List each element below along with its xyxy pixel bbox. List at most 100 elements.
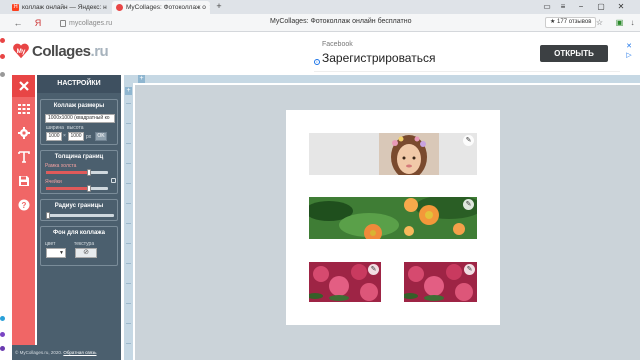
edge-dot-icon: [0, 54, 5, 59]
gear-icon: [17, 127, 30, 139]
panel-title: НАСТРОЙКИ: [37, 75, 121, 93]
color-picker[interactable]: ▼: [46, 248, 66, 258]
bookmarks-icon[interactable]: ▭: [540, 1, 554, 13]
ad-banner[interactable]: Facebook Зарегистрироваться i ОТКРЫТЬ: [314, 36, 620, 72]
width-input[interactable]: 1000: [46, 132, 62, 141]
tab-yandex[interactable]: Я коллаж онлайн — Яндекс: н ✕: [8, 1, 110, 14]
rating-badge[interactable]: ★ 177 отзывов: [545, 17, 597, 28]
menu-icon[interactable]: ≡: [556, 1, 570, 13]
collage-sheet: ✎ ✎ ✎ ✎: [286, 110, 500, 325]
ad-headline[interactable]: Зарегистрироваться: [322, 51, 435, 65]
radius-slider[interactable]: [46, 212, 114, 219]
text-button[interactable]: [12, 147, 35, 167]
layout-button[interactable]: [12, 99, 35, 119]
footer-copyright: © MyCollages.ru, 2020.: [15, 350, 64, 355]
height-input[interactable]: 1000: [68, 132, 84, 141]
ruler-tick: [126, 263, 131, 264]
maximize-icon[interactable]: ▢: [594, 1, 608, 13]
portrait-photo: [379, 133, 439, 175]
save-icon: [18, 176, 29, 186]
ruler-tick: [126, 343, 131, 344]
svg-text:My: My: [17, 48, 26, 55]
edge-dot-icon: [0, 346, 5, 351]
ruler-tick: [126, 223, 131, 224]
width-label: ширина: [46, 125, 64, 131]
new-tab-icon[interactable]: +: [214, 2, 224, 12]
edit-pencil-icon[interactable]: ✎: [368, 264, 379, 275]
inner-border-slider[interactable]: [46, 185, 108, 192]
slider-handle[interactable]: [87, 169, 92, 176]
save-button[interactable]: [12, 171, 35, 191]
browser-tab-bar: Я коллаж онлайн — Яндекс: н ✕ MyCollages…: [0, 0, 640, 14]
ruler-tick: [126, 123, 131, 124]
ruler-tick: [126, 243, 131, 244]
edit-pencil-icon[interactable]: ✎: [463, 199, 474, 210]
logo-text: Collages.ru: [32, 42, 109, 60]
tab-mycollages[interactable]: MyCollages: Фотоколлаж о ✕: [112, 1, 210, 14]
outer-border-label: Рамка холста: [45, 163, 77, 169]
minimize-icon[interactable]: −: [574, 1, 588, 13]
ad-open-button[interactable]: ОТКРЫТЬ: [540, 45, 608, 62]
edit-pencil-icon[interactable]: ✎: [464, 264, 475, 275]
color-label: цвет: [45, 241, 56, 247]
ad-close-glyph: ✕: [626, 43, 632, 50]
extension-icon[interactable]: ▣: [615, 18, 624, 27]
close-panel-button[interactable]: [12, 75, 35, 97]
url-text: mycollages.ru: [69, 19, 113, 27]
ruler-tick: [126, 103, 131, 104]
radius-section: Радиус границы: [40, 199, 118, 221]
tab-title: коллаж онлайн — Яндекс: н: [22, 4, 107, 11]
ad-info-icon[interactable]: i: [314, 59, 320, 65]
ruler-tick: [126, 303, 131, 304]
edit-pencil-icon[interactable]: ✎: [463, 135, 474, 146]
lock-icon[interactable]: [111, 178, 116, 183]
times-sign: ×: [63, 133, 66, 139]
text-icon: [17, 151, 30, 163]
bookmark-icon[interactable]: ☆: [595, 18, 604, 27]
radius-heading: Радиус границы: [54, 203, 104, 209]
back-icon[interactable]: ←: [12, 17, 24, 29]
collage-cell-orange-flowers[interactable]: ✎: [309, 197, 477, 239]
add-column-icon[interactable]: +: [138, 75, 145, 83]
orange-flowers-photo: [309, 197, 477, 239]
slider-handle[interactable]: [87, 185, 92, 192]
layout-grid-icon: [17, 104, 30, 114]
height-label: высота: [67, 125, 84, 131]
site-logo[interactable]: My Collages.ru: [12, 40, 109, 62]
texture-label: текстура: [74, 241, 95, 247]
help-button[interactable]: ?: [12, 195, 35, 215]
collage-cell-portrait[interactable]: ✎: [309, 133, 477, 175]
collage-cell-pink-flowers-right[interactable]: ✎: [404, 262, 477, 302]
close-window-icon[interactable]: ✕: [614, 1, 628, 13]
feedback-link[interactable]: Обратная связь: [63, 350, 96, 355]
size-select[interactable]: 1000x1000 (квадратный ко: [45, 114, 115, 123]
collage-cell-pink-flowers-left[interactable]: ✎: [309, 262, 381, 302]
texture-picker[interactable]: ⊘: [75, 248, 97, 258]
edge-dot-icon: [0, 72, 5, 77]
url-field[interactable]: mycollages.ru: [60, 17, 112, 29]
background-section: Фон для коллажа цвет текстура ▼ ⊘: [40, 226, 118, 266]
ruler-tick: [126, 163, 131, 164]
yandex-home-icon[interactable]: Я: [32, 17, 44, 29]
svg-text:?: ?: [21, 201, 26, 210]
ad-close-icon[interactable]: ✕ ▷: [624, 42, 634, 60]
yandex-favicon-icon: Я: [12, 4, 19, 11]
size-select-value: 1000x1000 (квадратный ко: [48, 115, 110, 121]
settings-panel: НАСТРОЙКИ Коллаж размеры 1000x1000 (квад…: [37, 75, 121, 345]
download-icon[interactable]: ↓: [628, 18, 637, 27]
chevron-down-icon: ▼: [59, 250, 64, 256]
outer-border-slider[interactable]: [46, 169, 108, 176]
help-icon: ?: [18, 199, 29, 211]
logo-main: Collages: [32, 42, 91, 60]
size-heading: Коллаж размеры: [53, 103, 105, 109]
tab-title: MyCollages: Фотоколлаж о: [126, 4, 206, 11]
size-ok-button[interactable]: OK: [95, 132, 107, 141]
settings-button[interactable]: [12, 123, 35, 143]
tab-close-icon[interactable]: ✕: [209, 4, 210, 12]
slider-handle[interactable]: [46, 212, 50, 219]
size-section: Коллаж размеры 1000x1000 (квадратный ко …: [40, 99, 118, 145]
add-row-icon[interactable]: +: [125, 87, 132, 95]
edge-dot-icon: [0, 38, 5, 43]
ruler-tick: [126, 323, 131, 324]
heart-logo-icon: My: [13, 43, 29, 59]
